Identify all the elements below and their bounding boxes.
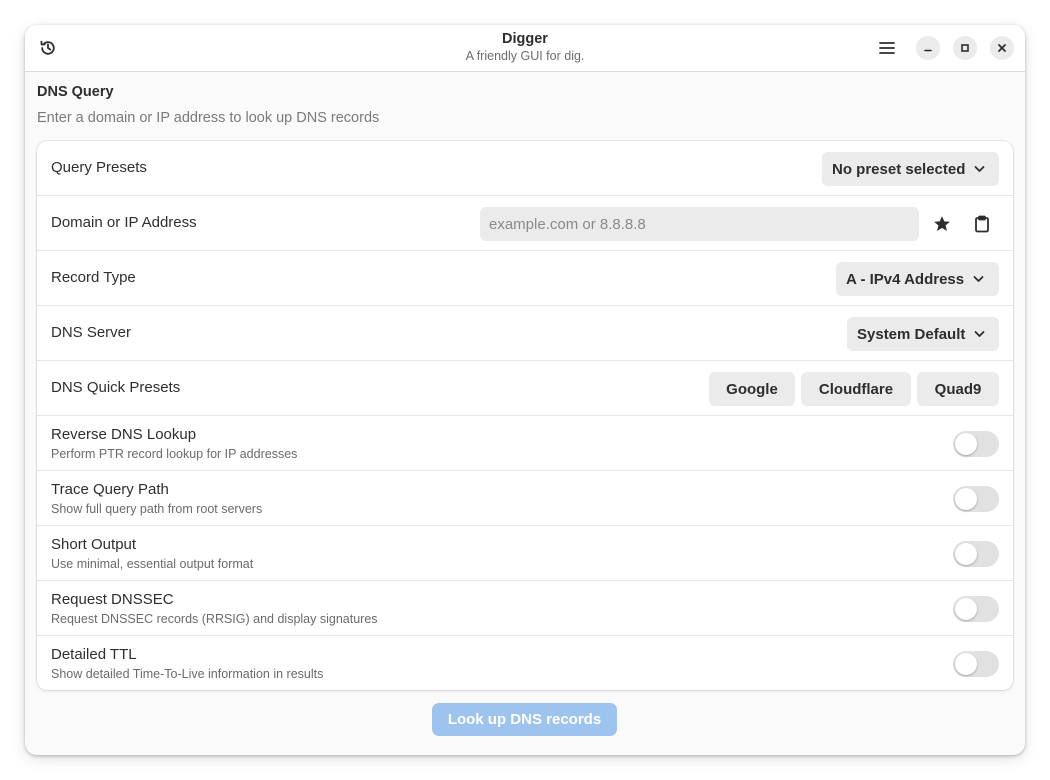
reverse-dns-subtitle: Perform PTR record lookup for IP address… [51,447,298,461]
switch-knob [955,598,977,620]
minimize-button[interactable] [916,36,940,60]
preset-quad9-button[interactable]: Quad9 [917,372,999,406]
row-short-output: Short Output Use minimal, essential outp… [37,526,1013,581]
record-type-label: Record Type [51,269,136,286]
row-dns-server: DNS Server System Default [37,306,1013,361]
row-trace-query-path: Trace Query Path Show full query path fr… [37,471,1013,526]
switch-knob [955,488,977,510]
record-type-dropdown[interactable]: A - IPv4 Address [836,262,999,296]
dns-server-dropdown[interactable]: System Default [847,317,999,351]
short-output-subtitle: Use minimal, essential output format [51,557,254,571]
hamburger-menu-icon [879,42,895,54]
row-detailed-ttl: Detailed TTL Show detailed Time-To-Live … [37,636,1013,690]
star-icon [934,216,950,231]
maximize-button[interactable] [953,36,977,60]
record-type-selected: A - IPv4 Address [846,270,965,288]
close-icon [998,44,1006,52]
domain-label: Domain or IP Address [51,214,197,231]
detailed-ttl-title: Detailed TTL [51,646,137,663]
chevron-down-icon [973,275,984,283]
trace-query-path-subtitle: Show full query path from root servers [51,502,263,516]
dns-server-label: DNS Server [51,324,132,341]
dns-quick-presets-label: DNS Quick Presets [51,379,181,396]
request-dnssec-switch[interactable] [953,596,999,622]
section-title: DNS Query [37,84,114,100]
switch-knob [955,543,977,565]
switch-knob [955,433,977,455]
reverse-dns-switch[interactable] [953,431,999,457]
query-options-card: Query Presets No preset selected Domain … [37,141,1013,690]
row-domain: Domain or IP Address [37,196,1013,251]
dns-server-selected: System Default [857,325,966,343]
row-request-dnssec: Request DNSSEC Request DNSSEC records (R… [37,581,1013,636]
close-button[interactable] [990,36,1014,60]
paste-button[interactable] [969,211,995,237]
query-presets-dropdown[interactable]: No preset selected [822,152,999,186]
trace-query-path-title: Trace Query Path [51,481,169,498]
chevron-down-icon [974,165,985,173]
query-presets-label: Query Presets [51,159,147,176]
lookup-dns-records-button[interactable]: Look up DNS records [432,703,617,736]
row-dns-quick-presets: DNS Quick Presets Google Cloudflare Quad… [37,361,1013,416]
domain-input[interactable] [480,207,919,241]
app-window: Digger A friendly GUI for dig. DNS Query… [25,25,1025,755]
query-presets-selected: No preset selected [832,160,966,178]
row-reverse-dns: Reverse DNS Lookup Perform PTR record lo… [37,416,1013,471]
row-record-type: Record Type A - IPv4 Address [37,251,1013,306]
minimize-icon [924,49,932,52]
reverse-dns-title: Reverse DNS Lookup [51,426,197,443]
headerbar: Digger A friendly GUI for dig. [25,25,1025,72]
trace-query-path-switch[interactable] [953,486,999,512]
request-dnssec-subtitle: Request DNSSEC records (RRSIG) and displ… [51,612,378,626]
row-query-presets: Query Presets No preset selected [37,141,1013,196]
switch-knob [955,653,977,675]
section-description: Enter a domain or IP address to look up … [37,110,380,126]
request-dnssec-title: Request DNSSEC [51,591,174,608]
maximize-icon [961,44,969,52]
short-output-switch[interactable] [953,541,999,567]
preset-cloudflare-button[interactable]: Cloudflare [801,372,911,406]
preset-google-button[interactable]: Google [709,372,795,406]
short-output-title: Short Output [51,536,137,553]
detailed-ttl-switch[interactable] [953,651,999,677]
chevron-down-icon [974,330,985,338]
clipboard-icon [975,215,989,233]
favorite-button[interactable] [929,211,955,237]
detailed-ttl-subtitle: Show detailed Time-To-Live information i… [51,667,324,681]
main-menu-button[interactable] [874,35,900,61]
